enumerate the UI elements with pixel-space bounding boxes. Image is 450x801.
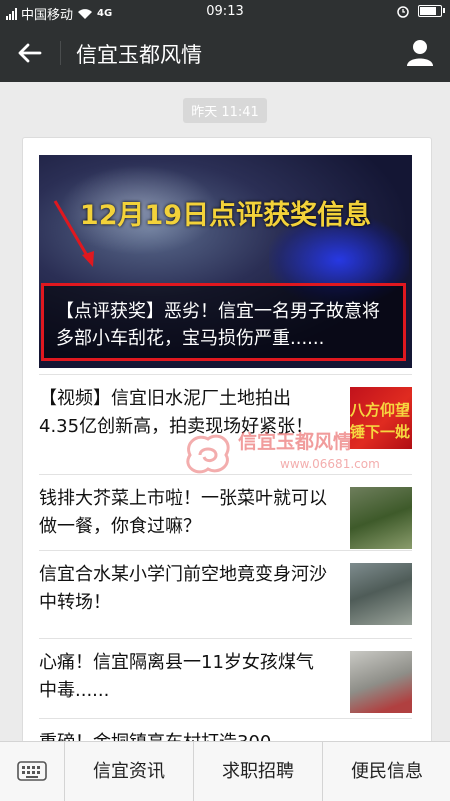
thumbnail-caption: 八方仰望 (350, 401, 411, 419)
list-item-thumbnail: 八方仰望 锤下一妣 (350, 387, 412, 449)
navigation-bar: 信宜玉都风情 (0, 24, 450, 82)
list-item-thumbnail (350, 487, 412, 549)
profile-icon[interactable] (404, 36, 436, 68)
bottom-menu: 信宜资讯 求职招聘 便民信息 (0, 741, 450, 801)
list-item-title: 钱排大芥菜上市啦！一张菜叶就可以做一餐，你食过嘛？ (39, 488, 327, 537)
list-item-thumbnail (350, 651, 412, 713)
alarm-icon (397, 6, 409, 18)
list-item[interactable]: 【视频】信宜旧水泥厂土地拍出4.35亿创新高，拍卖现场好紧张！ 八方仰望 锤下一… (39, 374, 412, 475)
keyboard-toggle-button[interactable] (0, 742, 65, 801)
list-item-title: 信宜合水某小学门前空地竟变身河沙中转场！ (39, 564, 327, 613)
list-item[interactable]: 信宜合水某小学门前空地竟变身河沙中转场！ (39, 550, 412, 651)
article-card[interactable]: 12月19日点评获奖信息 【点评获奖】恶劣！信宜一名男子故意将多部小车刮花，宝马… (22, 137, 432, 759)
status-bar: 中国移动 4G 09:13 (0, 0, 450, 24)
message-timestamp: 昨天 11:41 (0, 98, 450, 123)
battery-icon (418, 5, 445, 17)
page-title: 信宜玉都风情 (76, 43, 202, 67)
timestamp-label: 昨天 11:41 (183, 98, 267, 123)
list-item-thumbnail (350, 563, 412, 625)
menu-news[interactable]: 信宜资讯 (65, 742, 194, 801)
list-item-title: 【视频】信宜旧水泥厂土地拍出4.35亿创新高，拍卖现场好紧张！ (39, 388, 314, 437)
nav-separator (60, 41, 61, 65)
list-item-title: 心痛！信宜隔离县一11岁女孩煤气中毒...... (39, 652, 314, 701)
cover-caption: 【点评获奖】恶劣！信宜一名男子故意将多部小车刮花，宝马损伤严重...... (41, 283, 406, 361)
clock: 09:13 (206, 4, 244, 19)
menu-services[interactable]: 便民信息 (323, 742, 450, 801)
cover-image[interactable]: 12月19日点评获奖信息 【点评获奖】恶劣！信宜一名男子故意将多部小车刮花，宝马… (39, 155, 412, 368)
keyboard-icon (17, 761, 47, 781)
menu-jobs[interactable]: 求职招聘 (194, 742, 323, 801)
red-arrow-icon (53, 200, 94, 267)
back-arrow-icon[interactable] (14, 37, 46, 69)
thumbnail-caption: 锤下一妣 (350, 423, 411, 441)
